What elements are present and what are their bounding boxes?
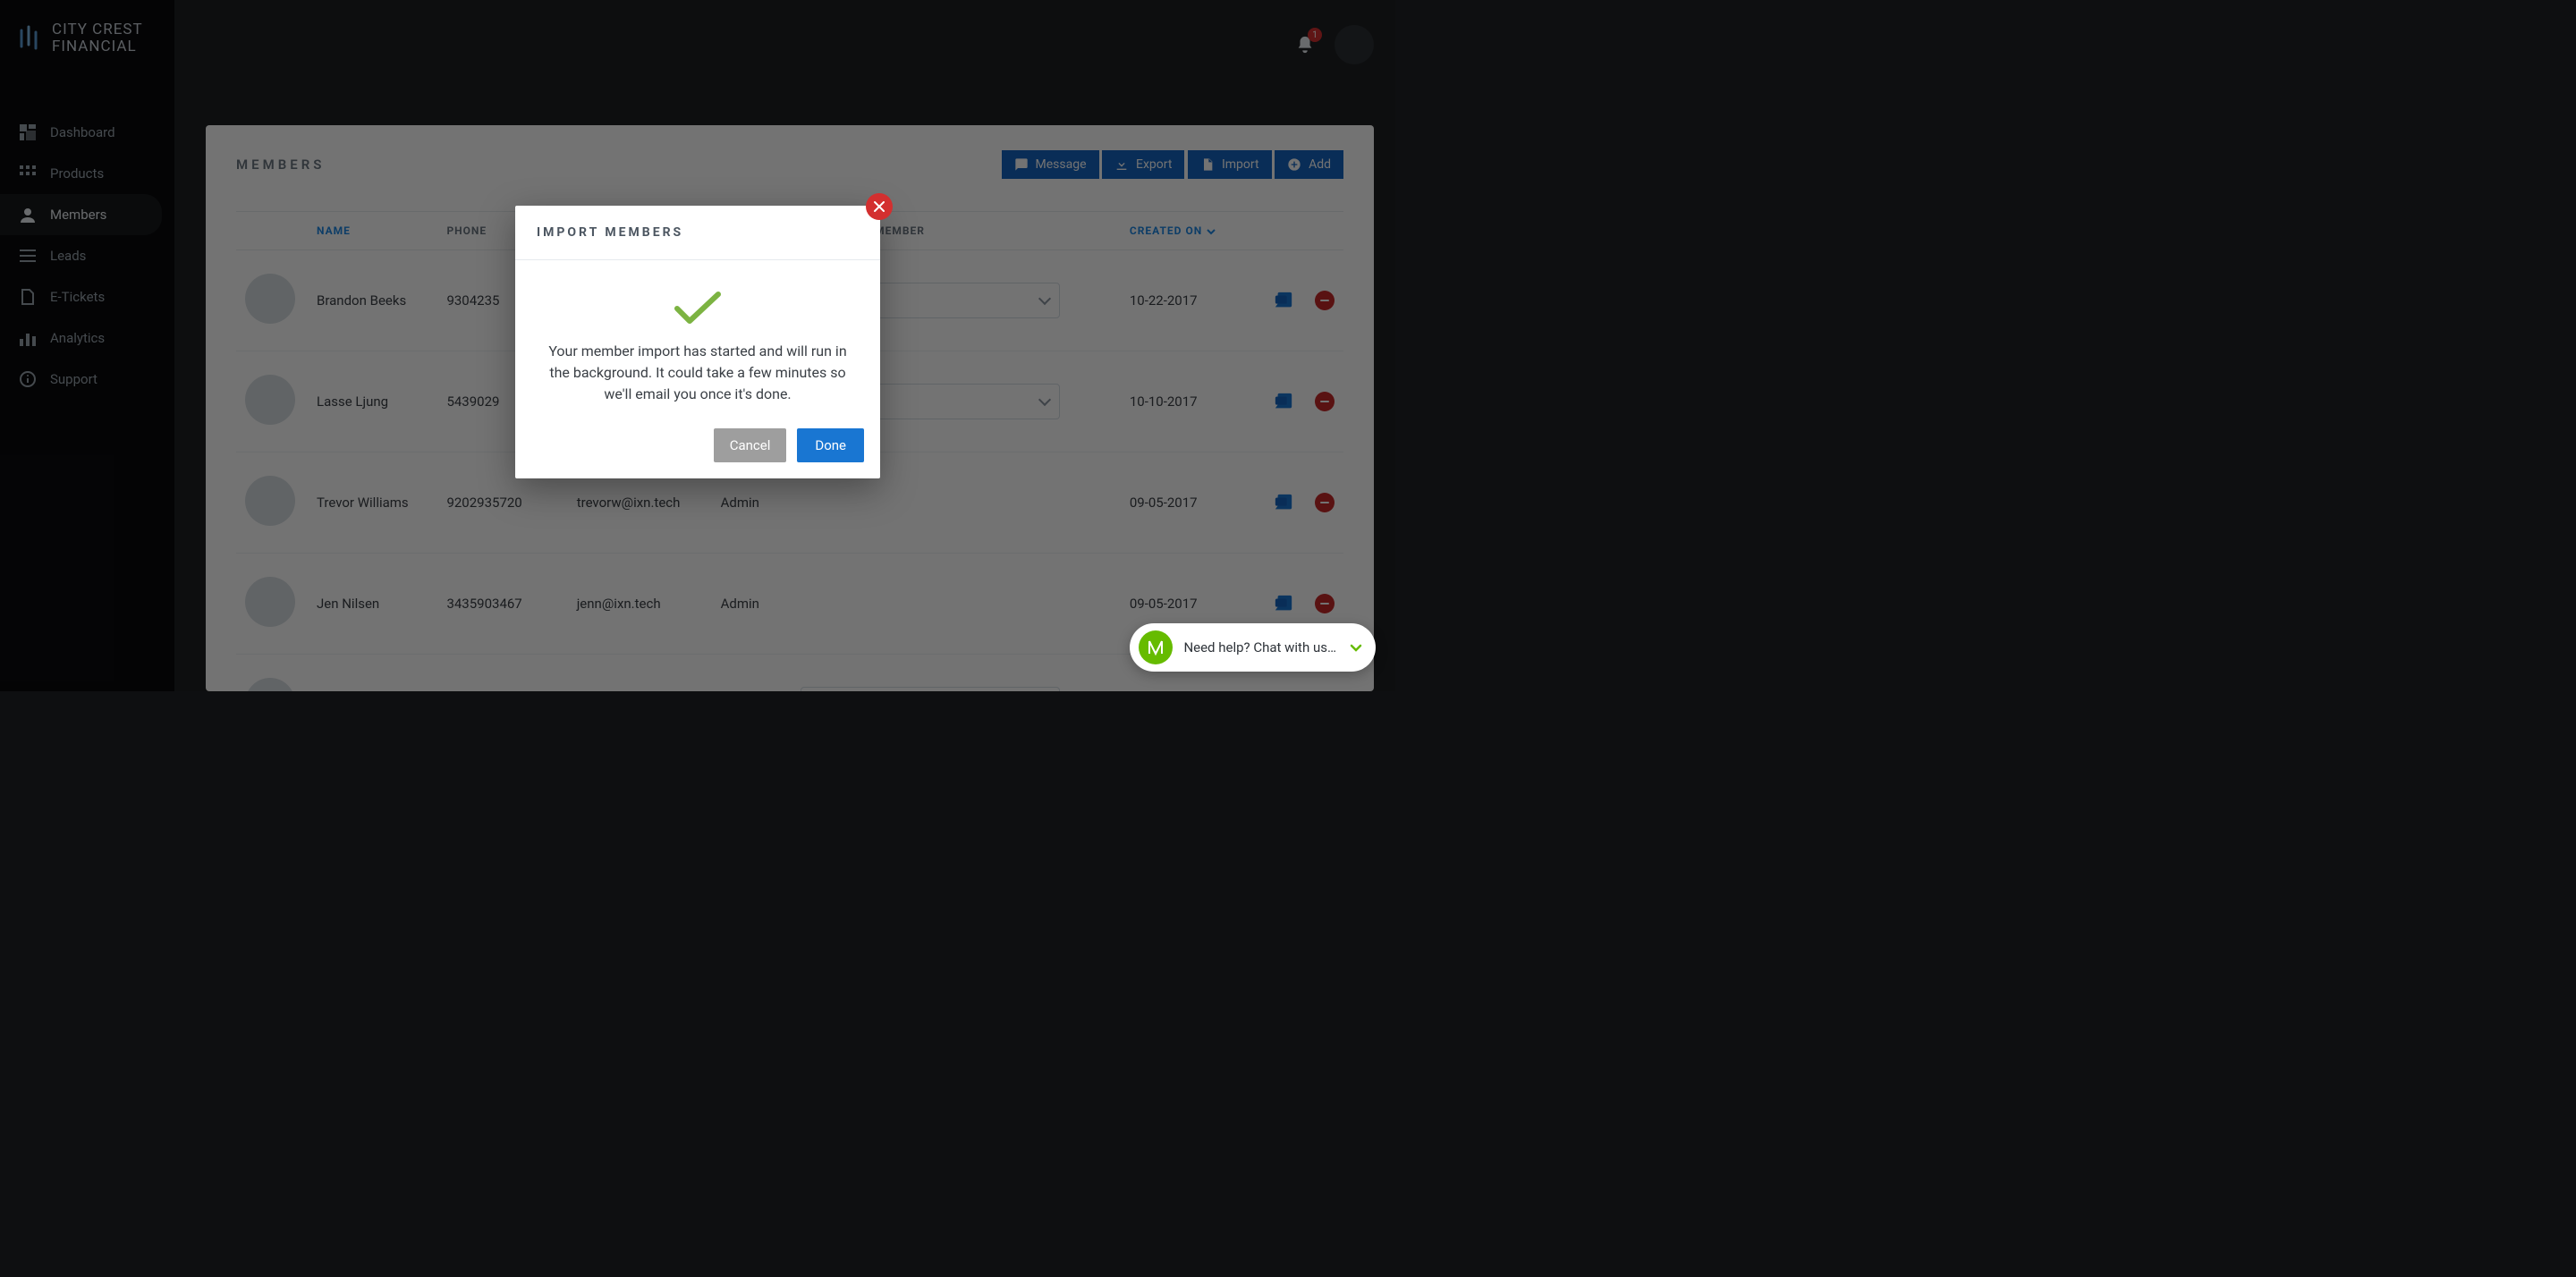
- done-button[interactable]: Done: [797, 428, 864, 462]
- chevron-down-icon: [1349, 640, 1363, 655]
- app-root: CITY CREST FINANCIAL Dashboard Products …: [0, 0, 1395, 691]
- close-icon: [873, 200, 886, 213]
- check-icon: [674, 291, 722, 325]
- chat-text: Need help? Chat with us…: [1183, 639, 1336, 655]
- modal-close-button[interactable]: [866, 193, 893, 220]
- chat-logo-icon: [1139, 630, 1173, 664]
- modal-title: IMPORT MEMBERS: [515, 206, 880, 260]
- import-modal: IMPORT MEMBERS Your member import has st…: [515, 206, 880, 478]
- modal-body: Your member import has started and will …: [515, 260, 880, 414]
- cancel-button[interactable]: Cancel: [714, 428, 787, 462]
- chat-widget[interactable]: Need help? Chat with us…: [1130, 623, 1376, 672]
- modal-footer: Cancel Done: [515, 414, 880, 478]
- modal-message: Your member import has started and will …: [546, 341, 850, 405]
